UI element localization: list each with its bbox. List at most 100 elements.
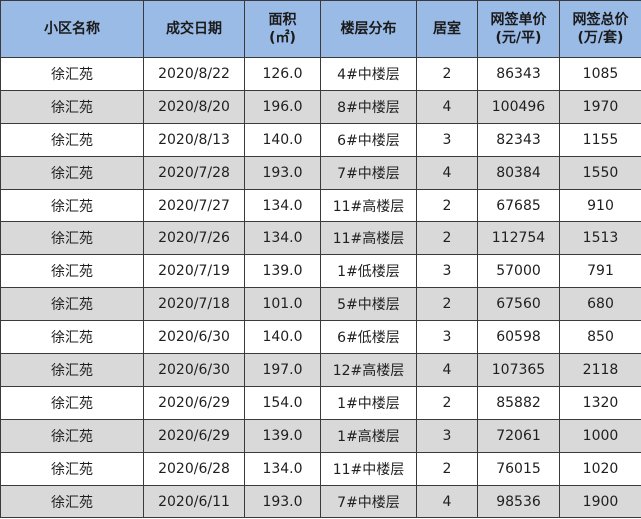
- header-floor-label: 楼层分布: [340, 21, 397, 37]
- cell-area: 140.0: [244, 122, 321, 157]
- header-rooms-label: 居室: [433, 21, 461, 37]
- table-row: 徐汇苑 2020/8/13 140.0 6#中楼层 3 82343 1155: [0, 122, 641, 157]
- cell-price: 57000: [477, 254, 560, 289]
- table-row: 徐汇苑 2020/8/20 196.0 8#中楼层 4 100496 1970: [0, 89, 641, 124]
- cell-date: 2020/6/11: [143, 484, 245, 519]
- table-row: 徐汇苑 2020/7/26 134.0 11#高楼层 2 112754 1513: [0, 221, 641, 256]
- cell-name: 徐汇苑: [0, 254, 144, 289]
- cell-floor: 1#高楼层: [320, 418, 417, 453]
- cell-name: 徐汇苑: [0, 188, 144, 223]
- cell-floor: 11#高楼层: [320, 221, 417, 256]
- cell-name: 徐汇苑: [0, 320, 144, 355]
- cell-price: 67560: [477, 287, 560, 322]
- cell-date: 2020/6/29: [143, 385, 245, 420]
- cell-rooms: 3: [416, 254, 478, 289]
- cell-rooms: 2: [416, 57, 478, 91]
- cell-date: 2020/6/28: [143, 451, 245, 486]
- cell-rooms: 4: [416, 353, 478, 387]
- cell-area: 154.0: [244, 385, 321, 420]
- cell-date: 2020/7/18: [143, 287, 245, 322]
- table-row: 徐汇苑 2020/7/27 134.0 11#高楼层 2 67685 910: [0, 188, 641, 223]
- cell-date: 2020/8/22: [143, 57, 245, 91]
- cell-price: 85882: [477, 385, 560, 420]
- cell-total: 1020: [559, 451, 641, 486]
- cell-rooms: 2: [416, 188, 478, 223]
- header-area-unit: (㎡): [269, 30, 296, 46]
- cell-area: 101.0: [244, 287, 321, 322]
- cell-rooms: 3: [416, 122, 478, 157]
- table-row: 徐汇苑 2020/6/29 154.0 1#中楼层 2 85882 1320: [0, 385, 641, 420]
- cell-total: 1900: [559, 484, 641, 519]
- cell-date: 2020/8/20: [143, 89, 245, 124]
- cell-date: 2020/6/30: [143, 353, 245, 387]
- cell-floor: 11#中楼层: [320, 451, 417, 486]
- cell-area: 140.0: [244, 320, 321, 355]
- transactions-table: 小区名称 成交日期 面积 (㎡) 楼层分布 居室 网签单价 (元/平) 网签总价…: [0, 0, 641, 519]
- table-row: 徐汇苑 2020/6/29 139.0 1#高楼层 3 72061 1000: [0, 418, 641, 453]
- table-row: 徐汇苑 2020/7/18 101.0 5#中楼层 2 67560 680: [0, 287, 641, 322]
- cell-price: 67685: [477, 188, 560, 223]
- cell-floor: 1#低楼层: [320, 254, 417, 289]
- cell-floor: 4#中楼层: [320, 57, 417, 91]
- cell-date: 2020/7/27: [143, 188, 245, 223]
- cell-rooms: 2: [416, 451, 478, 486]
- cell-area: 134.0: [244, 221, 321, 256]
- cell-rooms: 4: [416, 155, 478, 190]
- header-name-label: 小区名称: [44, 21, 100, 37]
- cell-total: 1085: [559, 57, 641, 91]
- cell-price: 80384: [477, 155, 560, 190]
- cell-rooms: 2: [416, 385, 478, 420]
- cell-price: 98536: [477, 484, 560, 519]
- cell-floor: 8#中楼层: [320, 89, 417, 124]
- cell-date: 2020/7/19: [143, 254, 245, 289]
- table-header: 小区名称 成交日期 面积 (㎡) 楼层分布 居室 网签单价 (元/平) 网签总价…: [0, 0, 641, 58]
- cell-name: 徐汇苑: [0, 451, 144, 486]
- cell-price: 100496: [477, 89, 560, 124]
- header-total: 网签总价 (万/套): [559, 0, 641, 58]
- cell-total: 1320: [559, 385, 641, 420]
- header-total-unit: (万/套): [577, 30, 624, 46]
- table-row: 徐汇苑 2020/7/28 193.0 7#中楼层 4 80384 1550: [0, 155, 641, 190]
- cell-floor: 1#中楼层: [320, 385, 417, 420]
- cell-total: 2118: [559, 353, 641, 387]
- cell-area: 134.0: [244, 451, 321, 486]
- cell-area: 139.0: [244, 254, 321, 289]
- cell-rooms: 3: [416, 418, 478, 453]
- header-price-label: 网签单价: [490, 12, 547, 28]
- table-row: 徐汇苑 2020/6/11 193.0 7#中楼层 4 98536 1900: [0, 484, 641, 519]
- cell-name: 徐汇苑: [0, 57, 144, 91]
- cell-name: 徐汇苑: [0, 287, 144, 322]
- cell-price: 107365: [477, 353, 560, 387]
- cell-date: 2020/6/30: [143, 320, 245, 355]
- cell-name: 徐汇苑: [0, 122, 144, 157]
- table-row: 徐汇苑 2020/6/30 197.0 12#高楼层 4 107365 2118: [0, 353, 641, 387]
- cell-floor: 7#中楼层: [320, 155, 417, 190]
- cell-total: 850: [559, 320, 641, 355]
- header-row: 小区名称 成交日期 面积 (㎡) 楼层分布 居室 网签单价 (元/平) 网签总价…: [0, 0, 641, 58]
- cell-rooms: 3: [416, 320, 478, 355]
- cell-floor: 6#中楼层: [320, 122, 417, 157]
- cell-name: 徐汇苑: [0, 484, 144, 519]
- cell-name: 徐汇苑: [0, 353, 144, 387]
- cell-area: 126.0: [244, 57, 321, 91]
- cell-rooms: 4: [416, 89, 478, 124]
- header-area: 面积 (㎡): [244, 0, 321, 58]
- cell-floor: 12#高楼层: [320, 353, 417, 387]
- cell-name: 徐汇苑: [0, 221, 144, 256]
- table-body: 徐汇苑 2020/8/22 126.0 4#中楼层 2 86343 1085 徐汇苑 2020/…: [0, 57, 641, 519]
- cell-area: 134.0: [244, 188, 321, 223]
- cell-price: 72061: [477, 418, 560, 453]
- cell-name: 徐汇苑: [0, 385, 144, 420]
- cell-area: 193.0: [244, 484, 321, 519]
- cell-rooms: 2: [416, 221, 478, 256]
- table-row: 徐汇苑 2020/7/19 139.0 1#低楼层 3 57000 791: [0, 254, 641, 289]
- cell-price: 86343: [477, 57, 560, 91]
- header-price: 网签单价 (元/平): [477, 0, 560, 58]
- header-floor: 楼层分布: [320, 0, 417, 58]
- header-date-label: 成交日期: [166, 21, 222, 37]
- cell-total: 1513: [559, 221, 641, 256]
- cell-date: 2020/8/13: [143, 122, 245, 157]
- cell-name: 徐汇苑: [0, 89, 144, 124]
- header-price-unit: (元/平): [495, 30, 542, 46]
- cell-price: 112754: [477, 221, 560, 256]
